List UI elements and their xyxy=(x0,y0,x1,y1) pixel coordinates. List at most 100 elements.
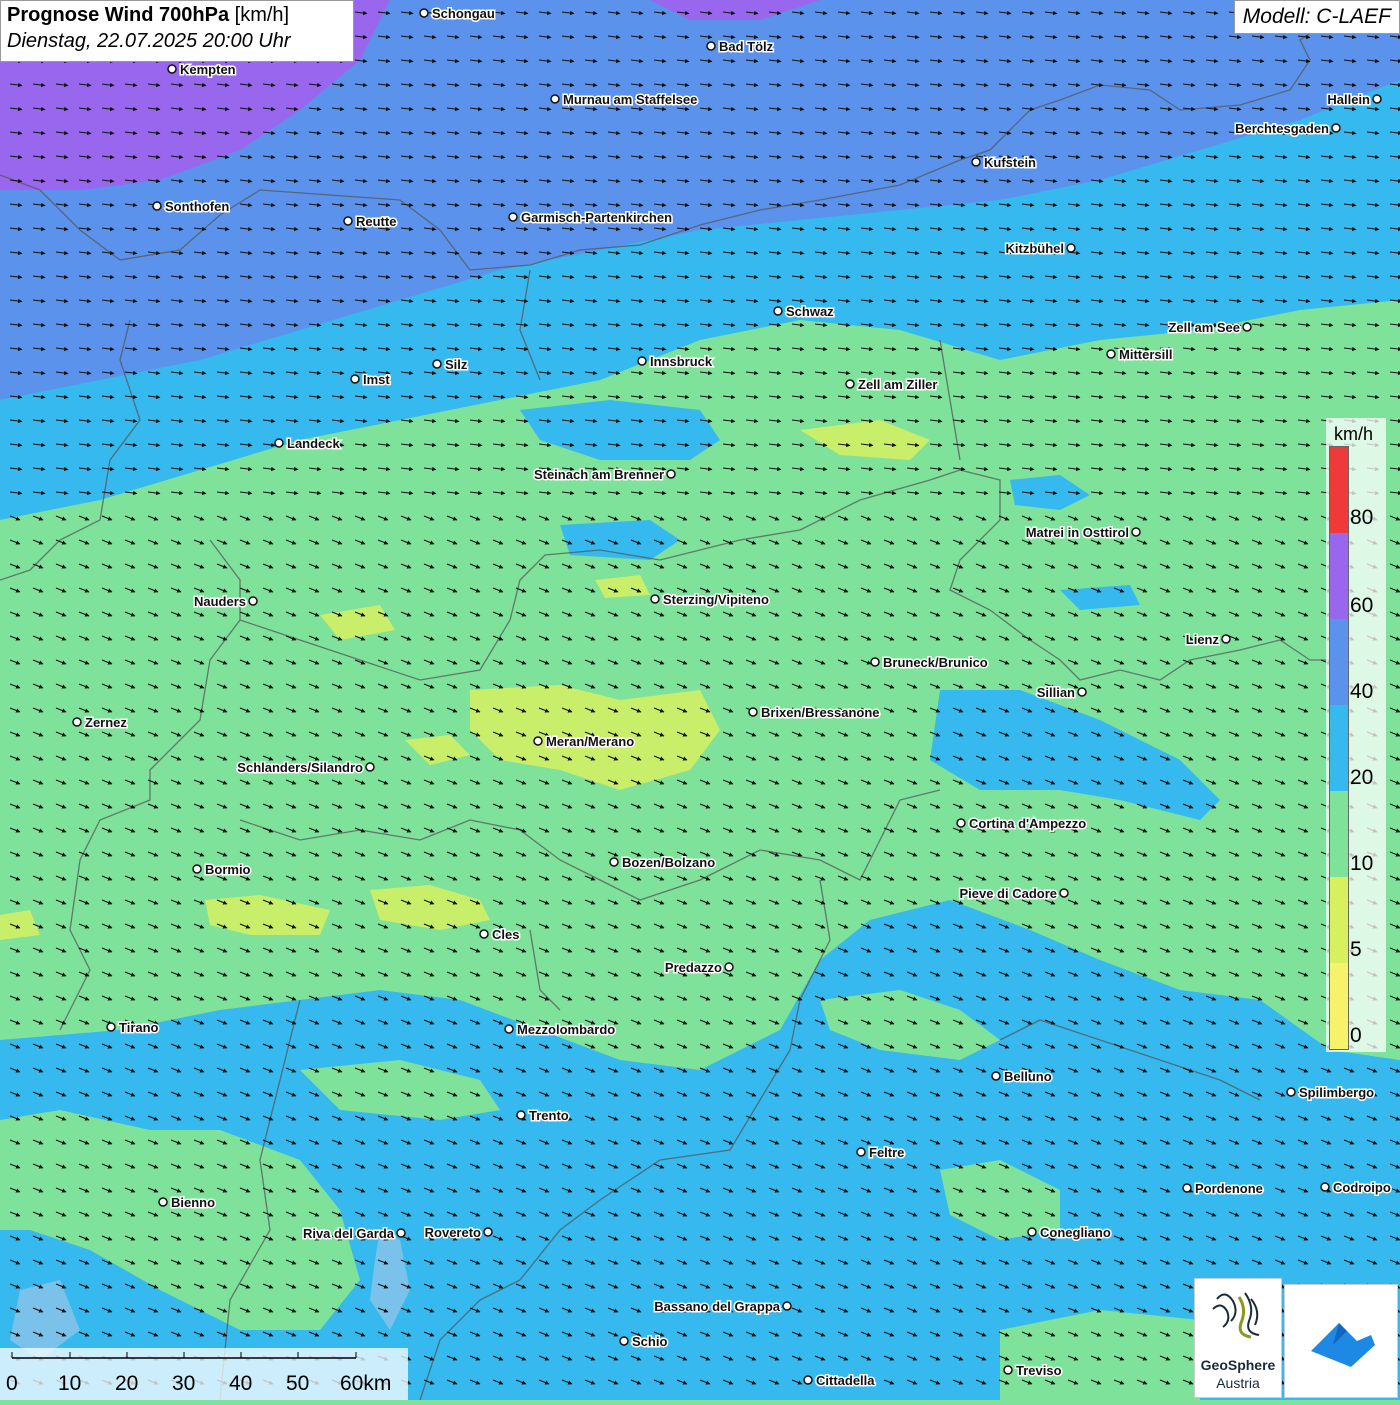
city-marker xyxy=(192,864,202,874)
city-label: Murnau am Staffelsee xyxy=(563,92,697,107)
city-label: Berchtesgaden xyxy=(1235,121,1329,136)
city-marker xyxy=(637,356,647,366)
city-label: Cortina d'Ampezzo xyxy=(969,816,1086,831)
city-steinach-am-brenner: Steinach am Brenner xyxy=(532,466,676,484)
city-marker xyxy=(1182,1183,1192,1193)
app-logo[interactable] xyxy=(1284,1284,1398,1398)
city-label: Pieve di Cadore xyxy=(959,886,1057,901)
city-marker xyxy=(782,1301,792,1311)
city-marker xyxy=(971,157,981,167)
city-label: Meran/Merano xyxy=(546,734,634,749)
mountain-cloud-icon xyxy=(1311,1323,1375,1367)
city-label: Lienz xyxy=(1186,632,1220,647)
city-label: Bad Tölz xyxy=(719,39,774,54)
scale-label-30: 30 xyxy=(172,1372,196,1395)
city-label: Steinach am Brenner xyxy=(534,467,664,482)
city-label: Conegliano xyxy=(1040,1225,1111,1240)
legend-tick-60: 60 xyxy=(1350,594,1374,617)
city-cortina-d-ampezzo: Cortina d'Ampezzo xyxy=(956,815,1088,833)
legend-seg-0 xyxy=(1330,963,1348,1049)
city-label: Bruneck/Brunico xyxy=(883,655,988,670)
city-label: Bassano del Grappa xyxy=(654,1299,780,1314)
city-marker xyxy=(533,736,543,746)
city-pieve-di-cadore: Pieve di Cadore xyxy=(958,885,1069,903)
city-label: Schongau xyxy=(432,6,495,21)
city-berchtesgaden: Berchtesgaden xyxy=(1234,120,1341,138)
scale-label-60km: 60km xyxy=(340,1372,392,1395)
city-marker xyxy=(803,1375,813,1385)
city-marker xyxy=(1221,634,1231,644)
title-box: Prognose Wind 700hPa [km/h] Dienstag, 22… xyxy=(0,0,354,62)
city-riva-del-garda: Riva del Garda xyxy=(301,1225,406,1243)
city-label: Pordenone xyxy=(1195,1181,1263,1196)
city-brixen-bressanone: Brixen/Bressanone xyxy=(748,704,881,722)
city-marker xyxy=(956,818,966,828)
city-marker xyxy=(550,94,560,104)
city-marker xyxy=(350,374,360,384)
scale-label-10: 10 xyxy=(58,1372,82,1395)
city-marker xyxy=(870,657,880,667)
city-matrei-in-osttirol: Matrei in Osttirol xyxy=(1024,524,1141,542)
city-label: Spilimbergo xyxy=(1299,1085,1374,1100)
city-murnau-am-staffelsee: Murnau am Staffelsee xyxy=(550,91,699,109)
city-marker xyxy=(773,306,783,316)
city-bassano-del-grappa: Bassano del Grappa xyxy=(653,1298,792,1316)
city-marker xyxy=(479,929,489,939)
city-marker xyxy=(396,1228,406,1238)
city-label: Bienno xyxy=(171,1195,215,1210)
city-marker xyxy=(1242,322,1252,332)
model-label: Modell: C-LAEF xyxy=(1233,0,1400,34)
city-bruneck-brunico: Bruneck/Brunico xyxy=(870,654,989,672)
city-label: Feltre xyxy=(869,1145,904,1160)
city-zell-am-ziller: Zell am Ziller xyxy=(845,376,939,394)
city-marker xyxy=(1331,123,1341,133)
city-label: Kufstein xyxy=(984,155,1036,170)
city-label: Zell am See xyxy=(1168,320,1240,335)
city-sterzing-vipiteno: Sterzing/Vipiteno xyxy=(650,591,770,609)
wind-map: Schongau Bad Tölz Kempten Murnau am Staffel… xyxy=(0,0,1400,1400)
city-label: Tirano xyxy=(119,1020,159,1035)
city-marker xyxy=(504,1024,514,1034)
city-marker xyxy=(1077,687,1087,697)
city-schlanders-silandro: Schlanders/Silandro xyxy=(236,759,375,777)
city-label: Cittadella xyxy=(816,1373,875,1388)
legend-tick-5: 5 xyxy=(1350,938,1362,961)
title-unit: [km/h] xyxy=(234,4,290,26)
city-marker xyxy=(666,469,676,479)
city-marker xyxy=(365,762,375,772)
geosphere-sub: Austria xyxy=(1216,1375,1260,1391)
scale-label-40: 40 xyxy=(229,1372,253,1395)
legend-seg-40 xyxy=(1330,619,1348,705)
city-marker xyxy=(748,707,758,717)
city-bozen-bolzano: Bozen/Bolzano xyxy=(609,854,717,872)
city-label: Bozen/Bolzano xyxy=(622,855,715,870)
city-marker xyxy=(508,212,518,222)
city-label: Brixen/Bressanone xyxy=(761,705,880,720)
city-marker xyxy=(419,8,429,18)
legend-tick-20: 20 xyxy=(1350,766,1374,789)
legend-seg-5 xyxy=(1330,877,1348,963)
city-marker xyxy=(619,1336,629,1346)
city-zell-am-see: Zell am See xyxy=(1167,319,1252,337)
city-label: Schio xyxy=(632,1334,667,1349)
forecast-datetime: Dienstag, 22.07.2025 20:00 Uhr xyxy=(7,30,291,52)
city-label: Schlanders/Silandro xyxy=(237,760,363,775)
legend-tick-80: 80 xyxy=(1350,506,1374,529)
city-marker xyxy=(1106,349,1116,359)
scale-label-50: 50 xyxy=(286,1372,310,1395)
city-label: Belluno xyxy=(1004,1069,1052,1084)
city-label: Cles xyxy=(492,927,519,942)
city-label: Zernez xyxy=(85,715,127,730)
city-marker xyxy=(158,1197,168,1207)
city-marker xyxy=(432,359,442,369)
city-label: Hallein xyxy=(1327,92,1370,107)
geosphere-logo[interactable]: GeoSphere Austria xyxy=(1194,1278,1282,1398)
scale-label-20: 20 xyxy=(115,1372,139,1395)
city-label: Mittersill xyxy=(1119,347,1172,362)
city-label: Mezzolombardo xyxy=(517,1022,615,1037)
city-marker xyxy=(650,594,660,604)
city-garmisch-partenkirchen: Garmisch-Partenkirchen xyxy=(508,209,674,227)
city-label: Sonthofen xyxy=(165,199,229,214)
city-conegliano: Conegliano xyxy=(1027,1224,1112,1242)
city-label: Trento xyxy=(529,1108,569,1123)
